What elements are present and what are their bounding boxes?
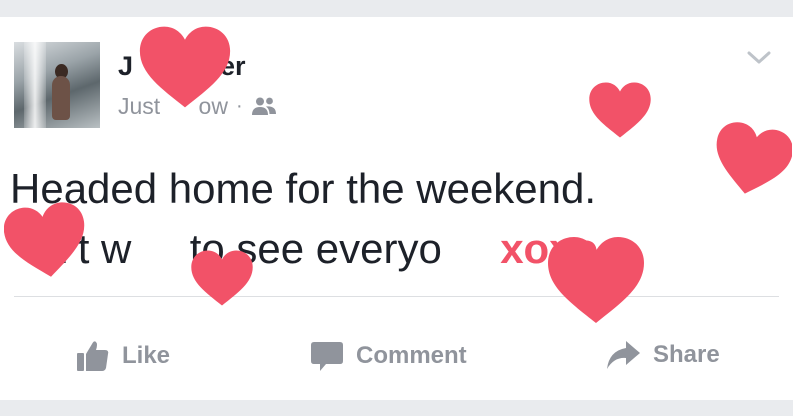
avatar[interactable] <box>14 42 100 128</box>
comment-icon <box>311 342 343 371</box>
friends-icon[interactable] <box>251 96 277 116</box>
post-text-line-1: Headed home for the weekend. <box>10 165 597 212</box>
like-button[interactable]: Like <box>76 339 170 373</box>
like-label: Like <box>122 342 171 369</box>
share-label: Share <box>653 341 720 368</box>
heart-icon <box>589 82 651 138</box>
post-text: Headed home for the weekend. n’t w to se… <box>10 159 780 279</box>
meta-separator: · <box>235 95 243 117</box>
chevron-down-icon[interactable] <box>746 48 772 68</box>
avatar-waterfall <box>24 42 46 128</box>
action-divider <box>14 296 779 297</box>
post-text-line-2: n’t w to see everyo xoxo <box>10 219 780 279</box>
avatar-person <box>52 76 70 120</box>
heart-icon <box>548 237 644 323</box>
heart-icon <box>4 202 85 277</box>
heart-icon <box>716 122 792 194</box>
heart-icon <box>139 26 231 108</box>
share-icon <box>607 341 640 369</box>
share-button[interactable]: Share <box>605 339 720 371</box>
comment-label: Comment <box>356 342 467 369</box>
like-icon <box>77 341 109 371</box>
heart-icon <box>191 250 253 306</box>
comment-button[interactable]: Comment <box>310 339 467 373</box>
